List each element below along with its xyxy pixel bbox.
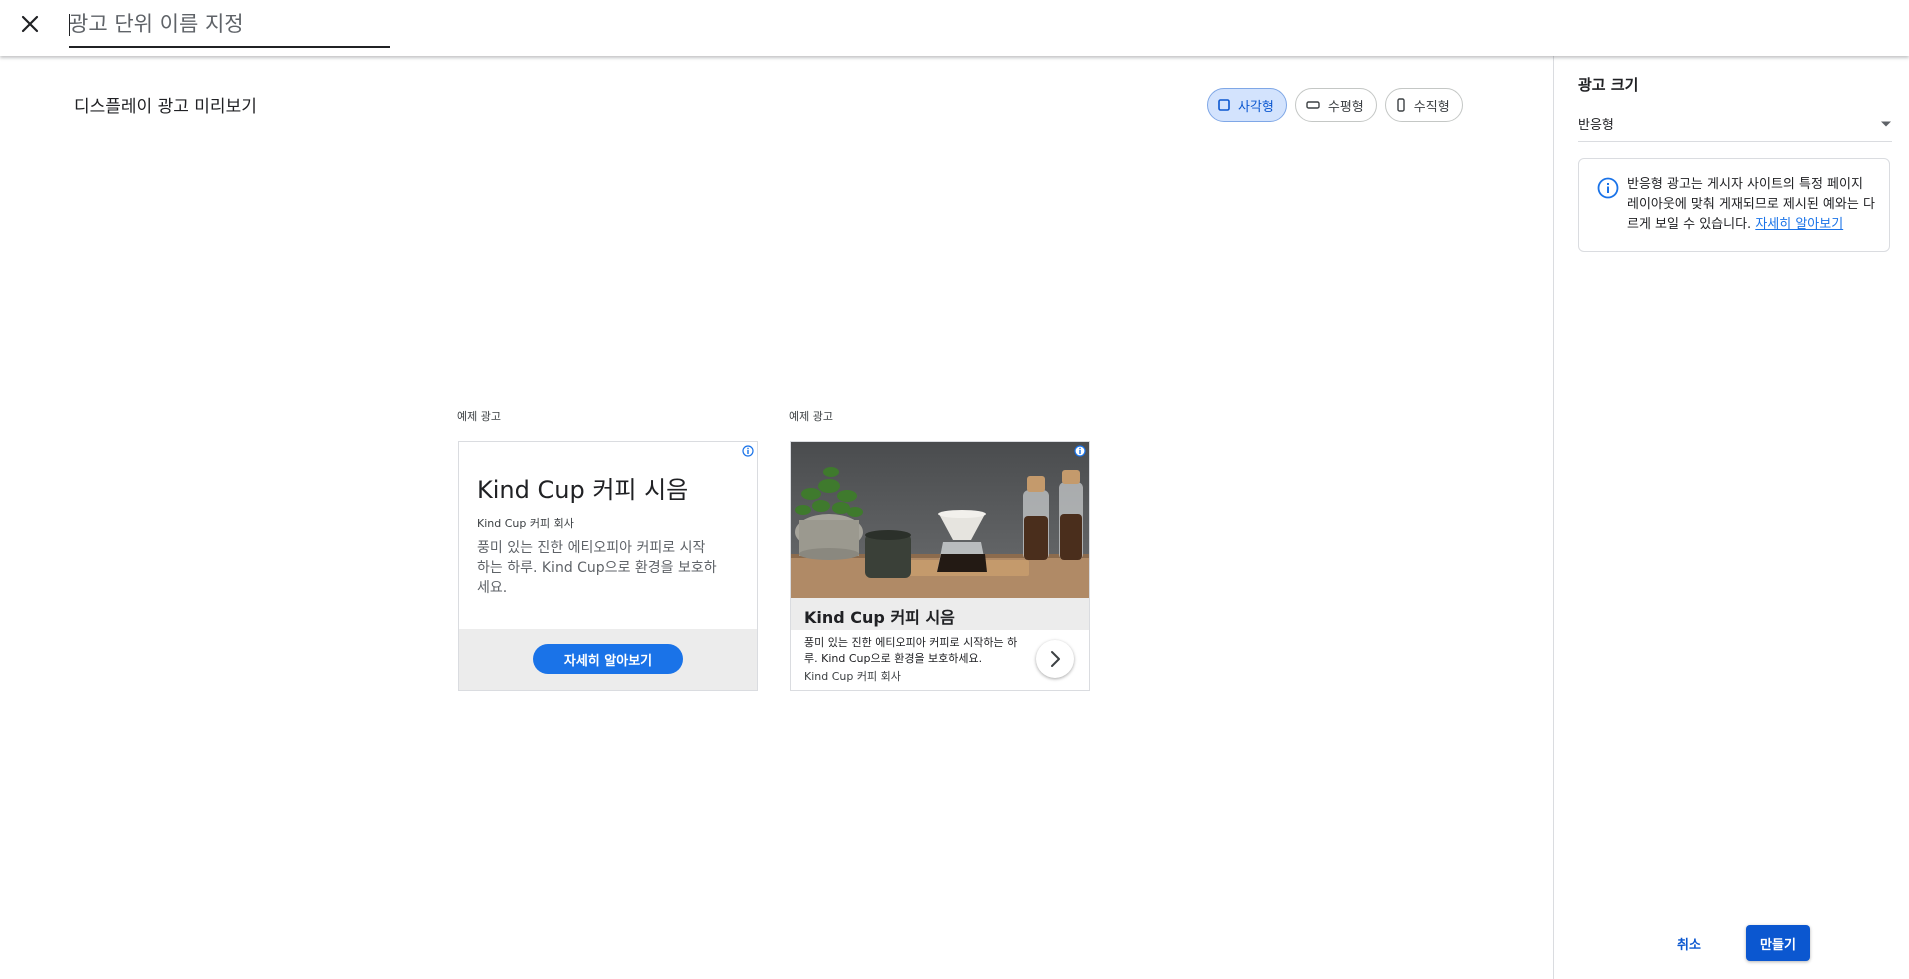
chevron-right-icon	[1051, 651, 1060, 667]
coffee-photo	[791, 442, 1089, 598]
create-button[interactable]: 만들기	[1746, 925, 1810, 961]
ad-cta-button[interactable]: 자세히 알아보기	[533, 644, 683, 674]
ad-company: Kind Cup 커피 회사	[804, 670, 901, 683]
close-button[interactable]	[14, 8, 46, 40]
ad-description: 풍미 있는 진한 에티오피아 커피로 시작하는 하루. Kind Cup으로 환…	[804, 636, 1018, 665]
info-callout: 반응형 광고는 게시자 사이트의 특정 페이지 레이아웃에 맞춰 게재되므로 제…	[1578, 158, 1890, 252]
top-bar	[0, 0, 1909, 56]
adchoices-icon[interactable]	[1074, 445, 1086, 457]
square-icon	[1218, 99, 1230, 111]
shape-chip-label: 사각형	[1238, 99, 1274, 115]
ad-unit-name-input[interactable]	[69, 8, 390, 48]
ad-footer: 자세히 알아보기	[459, 629, 757, 690]
ad-size-select[interactable]: 반응형	[1578, 106, 1892, 142]
ad-next-button[interactable]	[1036, 640, 1074, 678]
ad-title: Kind Cup 커피 시음	[804, 608, 955, 627]
ad-label: 예제 광고	[789, 410, 833, 423]
dropdown-arrow-icon	[1881, 121, 1891, 126]
vertical-rect-icon	[1397, 98, 1405, 112]
horizontal-rect-icon	[1306, 101, 1320, 109]
ad-title-bar: Kind Cup 커피 시음	[791, 598, 1089, 630]
text-caret	[69, 14, 70, 36]
shape-toggle-group: 사각형 수평형 수직형	[1207, 88, 1463, 122]
ad-preview-text[interactable]: Kind Cup 커피 시음 Kind Cup 커피 회사 풍미 있는 진한 에…	[458, 441, 758, 691]
learn-more-link[interactable]: 자세히 알아보기	[1755, 217, 1843, 232]
cancel-button[interactable]: 취소	[1663, 925, 1715, 961]
ad-size-select-value: 반응형	[1578, 118, 1614, 133]
panel-title: 광고 크기	[1578, 76, 1639, 94]
shape-chip-square[interactable]: 사각형	[1207, 88, 1287, 122]
close-icon	[21, 15, 39, 33]
shape-chip-label: 수직형	[1413, 99, 1450, 115]
shape-chip-vertical[interactable]: 수직형	[1384, 88, 1463, 122]
shape-chip-horizontal[interactable]: 수평형	[1294, 88, 1377, 122]
ad-title: Kind Cup 커피 시음	[477, 476, 689, 504]
adchoices-icon[interactable]	[742, 445, 754, 457]
ad-company: Kind Cup 커피 회사	[477, 517, 574, 530]
preview-area: 디스플레이 광고 미리보기 사각형 수평형 수직형 예제 광고 Kind Cup…	[0, 56, 1553, 979]
info-icon	[1597, 177, 1619, 199]
ad-label: 예제 광고	[457, 410, 501, 423]
ad-description: 풍미 있는 진한 에티오피아 커피로 시작하는 하루. Kind Cup으로 환…	[477, 540, 717, 596]
ad-size-panel: 광고 크기 반응형 반응형 광고는 게시자 사이트의 특정 페이지 레이아웃에 …	[1553, 56, 1909, 979]
page-title: 디스플레이 광고 미리보기	[74, 97, 257, 117]
ad-preview-image[interactable]: Kind Cup 커피 시음 풍미 있는 진한 에티오피아 커피로 시작하는 하…	[790, 441, 1090, 691]
info-text: 반응형 광고는 게시자 사이트의 특정 페이지 레이아웃에 맞춰 게재되므로 제…	[1627, 175, 1877, 235]
shape-chip-label: 수평형	[1327, 99, 1364, 115]
